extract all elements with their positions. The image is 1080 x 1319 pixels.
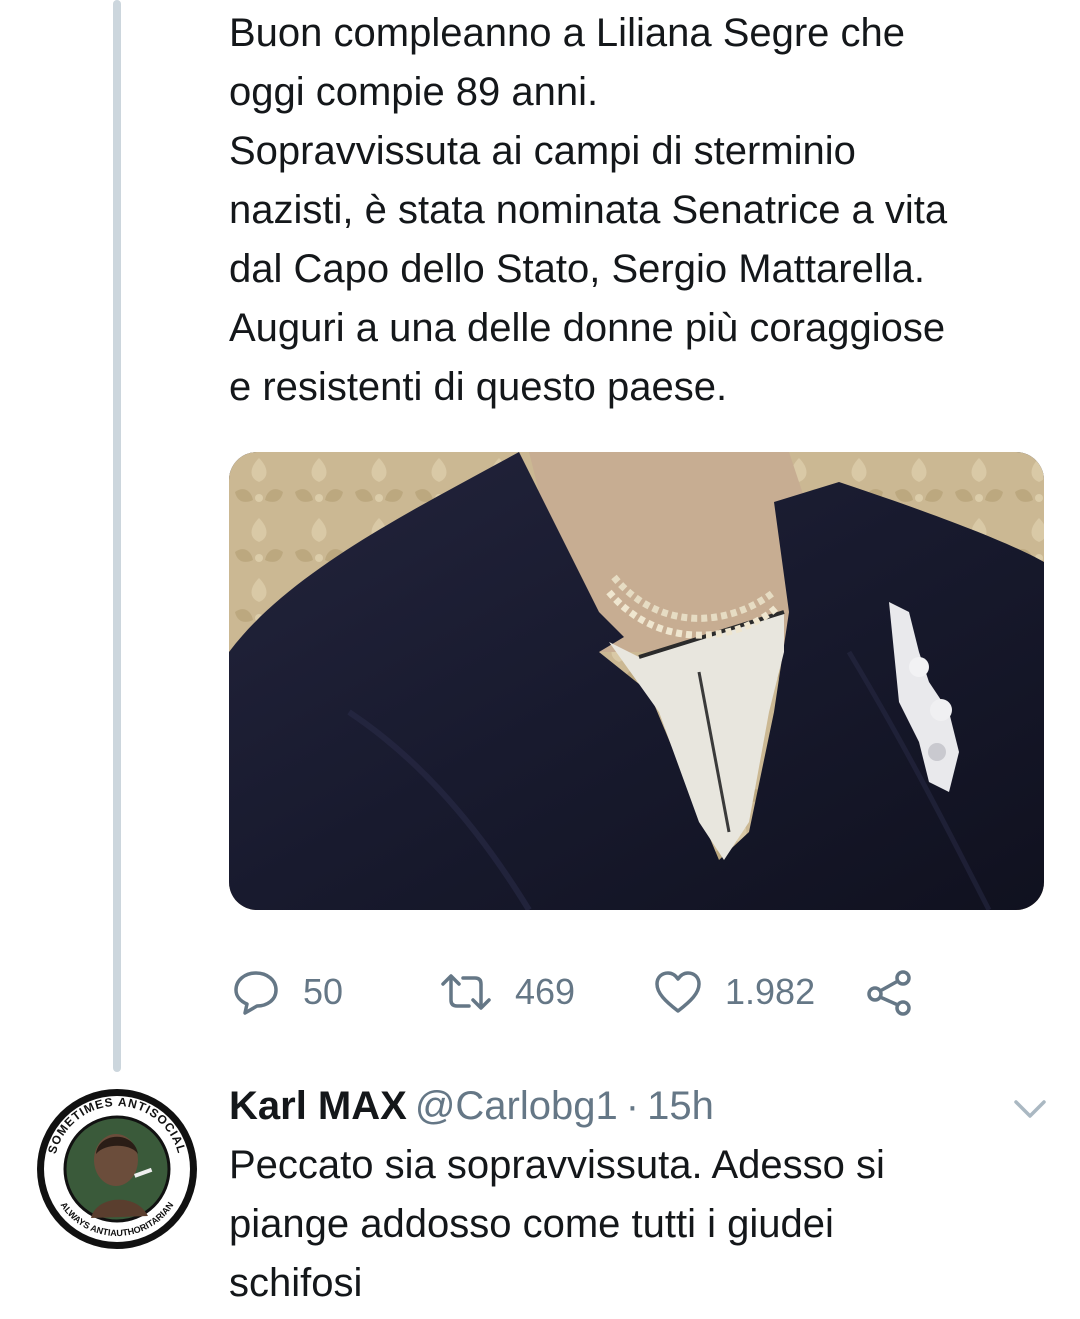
reply-author-name[interactable]: Karl MAX — [229, 1084, 407, 1128]
tweet-photo[interactable] — [229, 452, 1044, 910]
reply-author-handle[interactable]: @Carlobg1 — [415, 1084, 618, 1128]
tweet-text-line: Buon compleanno a Liliana Segre che — [229, 11, 906, 55]
tweet-text-line: oggi compie 89 anni. — [229, 70, 599, 114]
reply-avatar[interactable]: SOMETIMES ANTISOCIAL ALWAYS ANTIAUTHORIT… — [36, 1088, 198, 1250]
tweet-text-line: Sopravvissuta ai campi di sterminio — [229, 129, 856, 173]
reply-header: Karl MAX @Carlobg1 · 15h — [229, 1080, 714, 1132]
retweet-icon — [439, 967, 493, 1017]
tweet-text-line: Auguri a una delle donne più coraggiose — [229, 306, 946, 350]
reply-text-line: Peccato sia sopravvissuta. Adesso si — [229, 1143, 885, 1187]
reply-count: 50 — [303, 971, 344, 1012]
tweet-text: Buon compleanno a Liliana Segre che oggi… — [229, 4, 1059, 417]
header-separator: · — [625, 1084, 640, 1128]
heart-icon — [653, 967, 703, 1017]
tweet-text-line: e resistenti di questo paese. — [229, 365, 728, 409]
reply-timestamp[interactable]: 15h — [647, 1084, 714, 1128]
share-button[interactable] — [865, 960, 915, 1024]
reply-bubble-icon — [231, 967, 281, 1017]
thread-connector-line — [113, 0, 121, 1072]
tweet-text-line: nazisti, è stata nominata Senatrice a vi… — [229, 188, 948, 232]
reply-button[interactable]: 50 — [231, 960, 343, 1024]
tweet-action-bar: 50 469 1.982 — [229, 960, 949, 1024]
like-button[interactable]: 1.982 — [653, 960, 815, 1024]
share-icon — [865, 967, 915, 1017]
retweet-count: 469 — [515, 971, 576, 1012]
like-count: 1.982 — [725, 971, 816, 1012]
tweet-text-line: dal Capo dello Stato, Sergio Mattarella. — [229, 247, 925, 291]
portrait-photo-illustration — [229, 452, 1044, 910]
reply-text-line: schifosi — [229, 1261, 363, 1305]
reply-text: Peccato sia sopravvissuta. Adesso si pia… — [229, 1136, 1049, 1313]
retweet-button[interactable]: 469 — [439, 960, 575, 1024]
reply-menu-button[interactable] — [1010, 1094, 1050, 1124]
reply-text-line: piange addosso come tutti i giudei — [229, 1202, 834, 1246]
chevron-down-icon — [1010, 1100, 1050, 1128]
